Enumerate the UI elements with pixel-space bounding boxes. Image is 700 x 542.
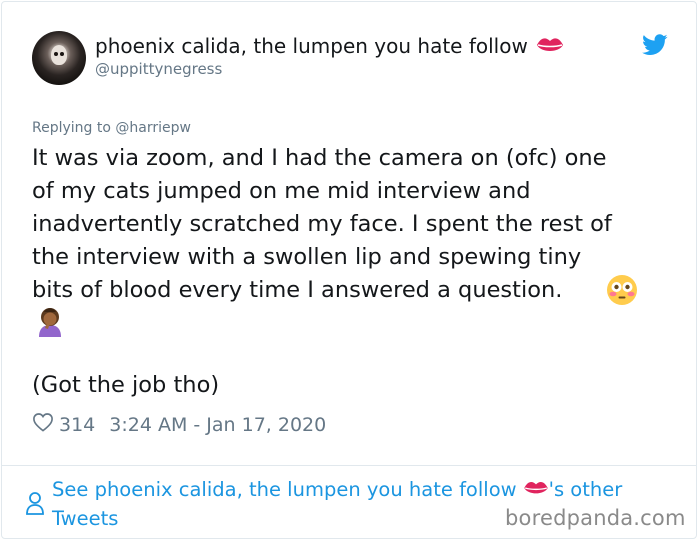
tweet-text: It was via zoom, and I had the camera on… <box>32 145 612 303</box>
see-link-suffix[interactable]: 's other <box>549 478 623 501</box>
tweet-timestamp[interactable]: 3:24 AM - Jan 17, 2020 <box>109 414 326 436</box>
kiss-mark-icon <box>523 477 549 505</box>
author-name-row[interactable]: phoenix calida, the lumpen you hate foll… <box>95 34 564 60</box>
person-facepalming-icon <box>36 306 64 342</box>
replying-to[interactable]: Replying to @harriepw <box>32 120 191 136</box>
tweet-text-addendum: (Got the job tho) <box>32 372 220 398</box>
author-handle[interactable]: @uppittynegress <box>95 60 222 78</box>
watermark: boredpanda.com <box>505 506 686 530</box>
twitter-bird-icon[interactable] <box>642 34 668 60</box>
author-name[interactable]: phoenix calida, the lumpen you hate foll… <box>95 34 528 58</box>
flushed-face-icon <box>606 274 638 310</box>
person-outline-icon <box>25 490 45 520</box>
kiss-mark-icon <box>536 35 564 60</box>
avatar-eye <box>54 52 58 56</box>
divider <box>1 465 697 466</box>
see-link-line2[interactable]: Tweets <box>52 507 118 530</box>
avatar-eye <box>60 52 64 56</box>
heart-outline-icon[interactable] <box>32 412 54 437</box>
tweet-meta: 314 3:24 AM - Jan 17, 2020 <box>32 412 326 437</box>
avatar[interactable] <box>32 31 86 85</box>
like-count[interactable]: 314 <box>59 414 95 436</box>
see-link-prefix[interactable]: See phoenix calida, the lumpen you hate … <box>52 478 517 501</box>
